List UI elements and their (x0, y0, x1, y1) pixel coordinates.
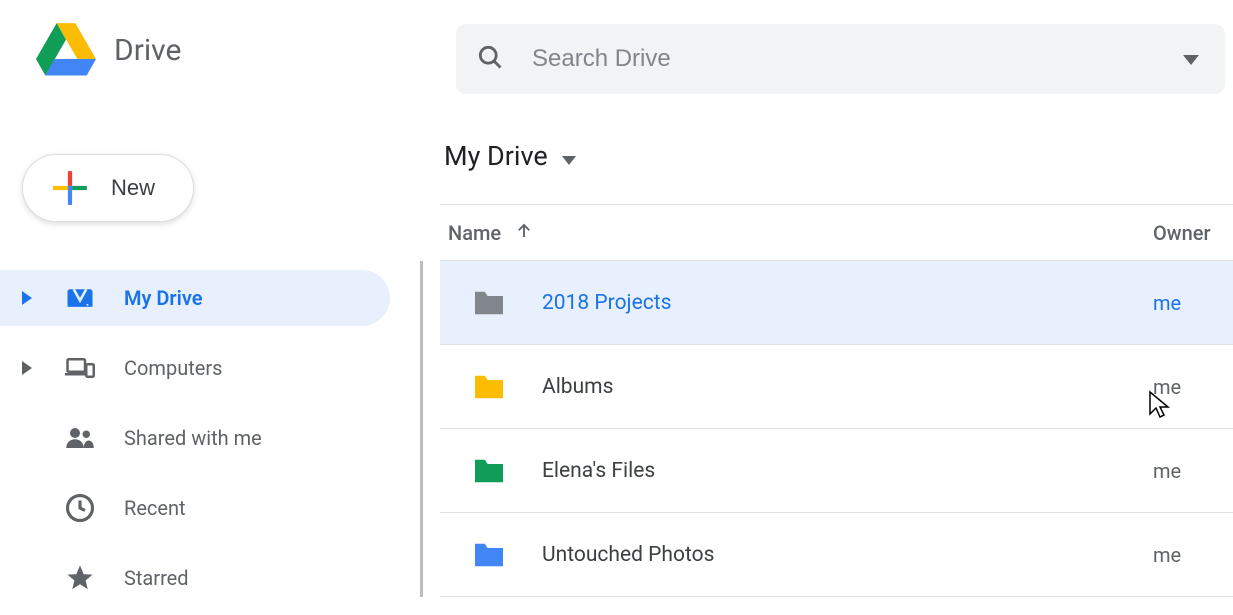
arrow-up-icon (515, 221, 533, 245)
sidebar-item-label: Computers (124, 356, 222, 380)
file-row[interactable]: Untouched Photosme (440, 513, 1233, 597)
sidebar-item-label: Starred (124, 566, 189, 590)
file-owner: me (1153, 291, 1233, 315)
clock-icon (64, 492, 96, 524)
sidebar-item-recent[interactable]: Recent (0, 480, 390, 536)
file-owner: me (1153, 543, 1233, 567)
new-button-label: New (111, 175, 155, 201)
file-owner: me (1153, 375, 1233, 399)
computers-icon (64, 352, 96, 384)
file-name: Untouched Photos (542, 543, 1153, 567)
sidebar-item-label: Shared with me (124, 426, 262, 450)
folder-icon (472, 373, 506, 401)
main-area: My Drive Name Owner 2018 ProjectsmeAlbum… (420, 100, 1233, 615)
breadcrumb-label: My Drive (444, 140, 548, 172)
people-icon (64, 422, 96, 454)
breadcrumb[interactable]: My Drive (444, 140, 1233, 172)
file-row[interactable]: Albumsme (440, 345, 1233, 429)
file-name: Elena's Files (542, 459, 1153, 483)
drive-icon (64, 282, 96, 314)
file-name: Albums (542, 375, 1153, 399)
chevron-down-icon (562, 140, 576, 172)
sidebar-item-label: My Drive (124, 286, 202, 310)
sidebar-item-starred[interactable]: Starred (0, 550, 390, 606)
app-name: Drive (114, 33, 181, 68)
column-owner-label: Owner (1153, 221, 1211, 245)
sidebar: New My Drive Computers Shar (0, 100, 420, 615)
search-options-icon[interactable] (1177, 44, 1205, 75)
column-name-label: Name (448, 221, 501, 245)
chevron-right-icon (22, 286, 36, 310)
search-input[interactable] (532, 45, 1177, 73)
file-row[interactable]: Elena's Filesme (440, 429, 1233, 513)
sidebar-item-computers[interactable]: Computers (0, 340, 390, 396)
sidebar-item-label: Recent (124, 496, 186, 520)
sidebar-item-shared[interactable]: Shared with me (0, 410, 390, 466)
search-icon (476, 43, 504, 75)
file-name: 2018 Projects (542, 291, 1153, 315)
file-list: 2018 ProjectsmeAlbumsmeElena's FilesmeUn… (420, 261, 1233, 597)
folder-icon (472, 289, 506, 317)
column-owner[interactable]: Owner (1153, 221, 1233, 245)
new-button[interactable]: New (22, 154, 194, 222)
column-name[interactable]: Name (448, 221, 1153, 245)
chevron-right-icon (22, 356, 36, 380)
star-icon (64, 562, 96, 594)
file-owner: me (1153, 459, 1233, 483)
folder-icon (472, 541, 506, 569)
file-row[interactable]: 2018 Projectsme (440, 261, 1233, 345)
search-bar[interactable] (456, 24, 1225, 94)
folder-icon (472, 457, 506, 485)
drive-logo-icon (36, 23, 96, 77)
header: Drive (0, 0, 1233, 100)
plus-icon (51, 169, 89, 207)
column-headers: Name Owner (440, 205, 1233, 261)
sidebar-item-my-drive[interactable]: My Drive (0, 270, 390, 326)
logo-area[interactable]: Drive (36, 23, 456, 77)
